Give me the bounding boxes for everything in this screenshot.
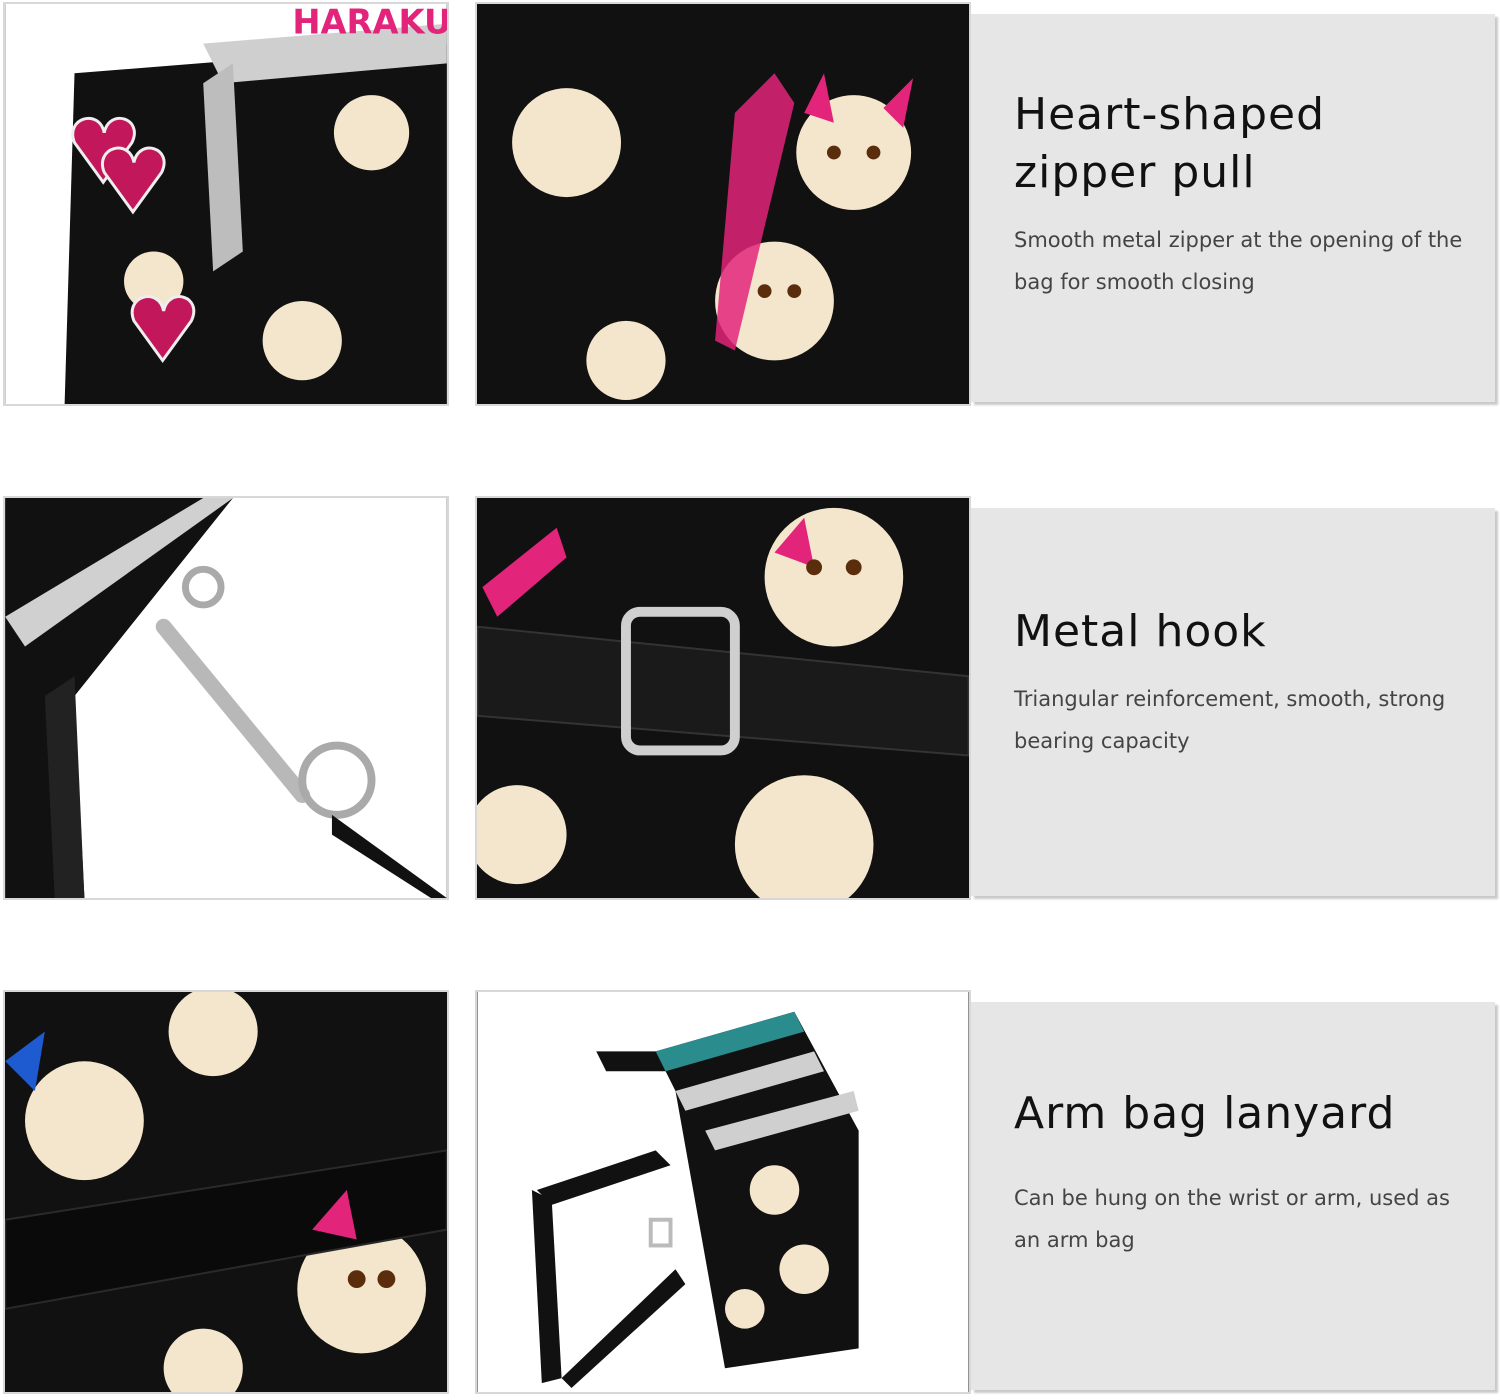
metal-hook-image (5, 498, 447, 898)
feature-title: Heart-shaped zipper pull (1014, 89, 1326, 198)
metal-hook-photo (3, 496, 449, 900)
feature-title: Metal hook (1014, 606, 1267, 657)
feature-panel-lanyard: Arm bag lanyard Can be hung on the wrist… (971, 1002, 1495, 1390)
metal-buckle-photo (475, 496, 971, 900)
feature-row-lanyard: Arm bag lanyard Can be hung on the wrist… (0, 990, 1500, 1400)
strap-buckle-image (477, 498, 969, 898)
elastic-band-photo (3, 990, 449, 1394)
feature-description: Smooth metal zipper at the opening of th… (1014, 228, 1463, 294)
feature-row-zipper: HARAKU Heart-shaped zipper pull Smooth m… (0, 2, 1500, 412)
feature-panel-zipper: Heart-shaped zipper pull Smooth metal zi… (971, 14, 1495, 402)
zipper-pull-photo: HARAKU (3, 2, 449, 406)
cat-print-fabric-image (477, 4, 969, 404)
feature-title: Arm bag lanyard (1014, 1088, 1396, 1139)
svg-text:HARAKU: HARAKU (292, 4, 447, 42)
bag-print-closeup-photo (475, 2, 971, 406)
feature-description: Can be hung on the wrist or arm, used as… (1014, 1186, 1450, 1252)
elastic-band-image (5, 992, 447, 1392)
heart-zipper-pull-image: HARAKU (5, 4, 447, 404)
feature-row-hook: Metal hook Triangular reinforcement, smo… (0, 496, 1500, 906)
feature-description: Triangular reinforcement, smooth, strong… (1014, 687, 1446, 753)
crossbody-phone-bag-image (477, 992, 969, 1392)
feature-panel-hook: Metal hook Triangular reinforcement, smo… (971, 508, 1495, 896)
full-bag-photo (475, 990, 971, 1394)
